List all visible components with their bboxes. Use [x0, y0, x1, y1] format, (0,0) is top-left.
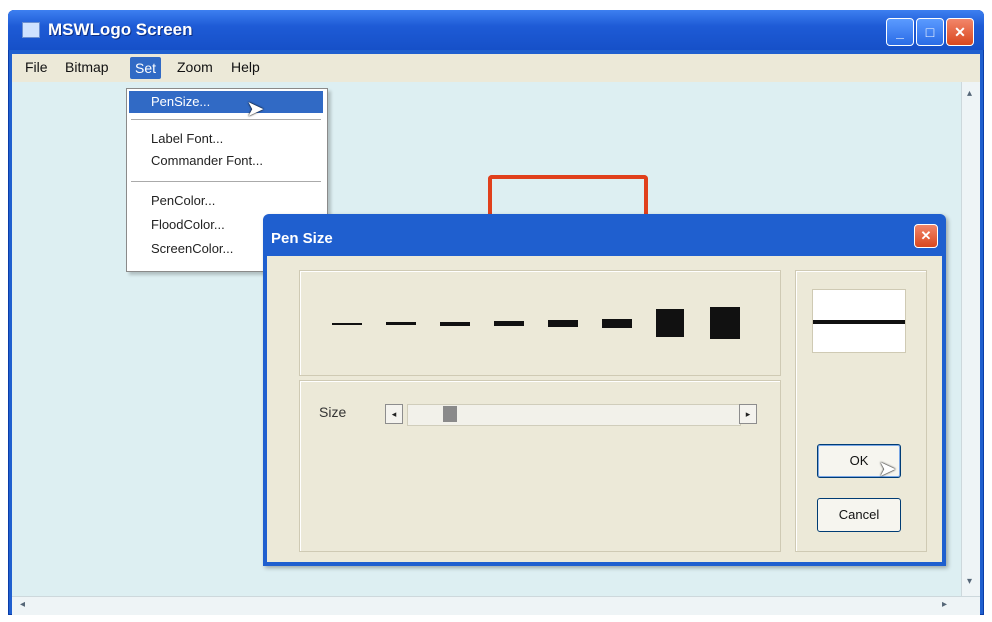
size-slider-track[interactable] — [407, 404, 741, 426]
menu-item-screencolor[interactable]: ScreenColor... — [151, 241, 233, 256]
menu-item-commander-font[interactable]: Commander Font... — [151, 153, 263, 168]
menu-separator — [131, 119, 321, 120]
menu-set[interactable]: Set — [130, 57, 162, 79]
pen-sample-8[interactable] — [710, 307, 740, 339]
dialog-title: Pen Size — [271, 230, 333, 247]
pen-preview — [812, 289, 906, 353]
pen-size-dialog: Pen Size ✕ Size ◂ ▸ OK Cancel — [263, 214, 946, 566]
menu-bitmap[interactable]: Bitmap — [60, 59, 114, 75]
dialog-close-button[interactable]: ✕ — [914, 224, 938, 248]
scroll-right-icon[interactable]: ▸ — [942, 599, 947, 610]
close-button[interactable]: ✕ — [946, 18, 974, 46]
pen-sample-7[interactable] — [656, 309, 684, 337]
vertical-scrollbar[interactable]: ▴ ▾ — [961, 82, 980, 597]
menu-item-floodcolor[interactable]: FloodColor... — [151, 217, 225, 232]
menu-help[interactable]: Help — [226, 59, 265, 75]
minimize-button[interactable]: _ — [886, 18, 914, 46]
pen-sample-2[interactable] — [386, 322, 416, 325]
mouse-cursor-icon: ➤ — [246, 96, 265, 121]
cancel-button[interactable]: Cancel — [817, 498, 901, 532]
size-slider-thumb[interactable] — [443, 406, 457, 422]
pen-sample-5[interactable] — [548, 320, 578, 327]
size-increase-icon[interactable]: ▸ — [739, 404, 757, 424]
app-icon — [22, 22, 40, 38]
mouse-cursor-icon: ➤ — [878, 456, 897, 481]
menu-item-pensize[interactable]: PenSize... — [129, 91, 323, 113]
pen-sample-1[interactable] — [332, 323, 362, 325]
menu-item-pencolor[interactable]: PenColor... — [151, 193, 215, 208]
pen-sample-3[interactable] — [440, 322, 470, 326]
title-bar[interactable]: MSWLogo Screen _ □ ✕ — [8, 10, 984, 50]
menu-item-label-font[interactable]: Label Font... — [151, 131, 223, 146]
scroll-up-icon[interactable]: ▴ — [967, 88, 972, 99]
menu-bar: File Bitmap Set Zoom Help — [12, 54, 980, 82]
size-decrease-icon[interactable]: ◂ — [385, 404, 403, 424]
menu-separator — [131, 181, 321, 182]
pen-preview-line — [813, 320, 905, 324]
size-label: Size — [319, 404, 347, 420]
scroll-left-icon[interactable]: ◂ — [20, 599, 25, 610]
horizontal-scrollbar[interactable]: ◂ ▸ — [12, 596, 980, 615]
scroll-down-icon[interactable]: ▾ — [967, 576, 972, 587]
menu-zoom[interactable]: Zoom — [172, 59, 218, 75]
maximize-button[interactable]: □ — [916, 18, 944, 46]
pen-sample-6[interactable] — [602, 319, 632, 328]
pen-width-samples-group — [299, 270, 781, 376]
window-title: MSWLogo Screen — [48, 20, 193, 39]
dialog-body: Size ◂ ▸ OK Cancel — [267, 256, 942, 562]
menu-file[interactable]: File — [20, 59, 53, 75]
pen-sample-4[interactable] — [494, 321, 524, 326]
